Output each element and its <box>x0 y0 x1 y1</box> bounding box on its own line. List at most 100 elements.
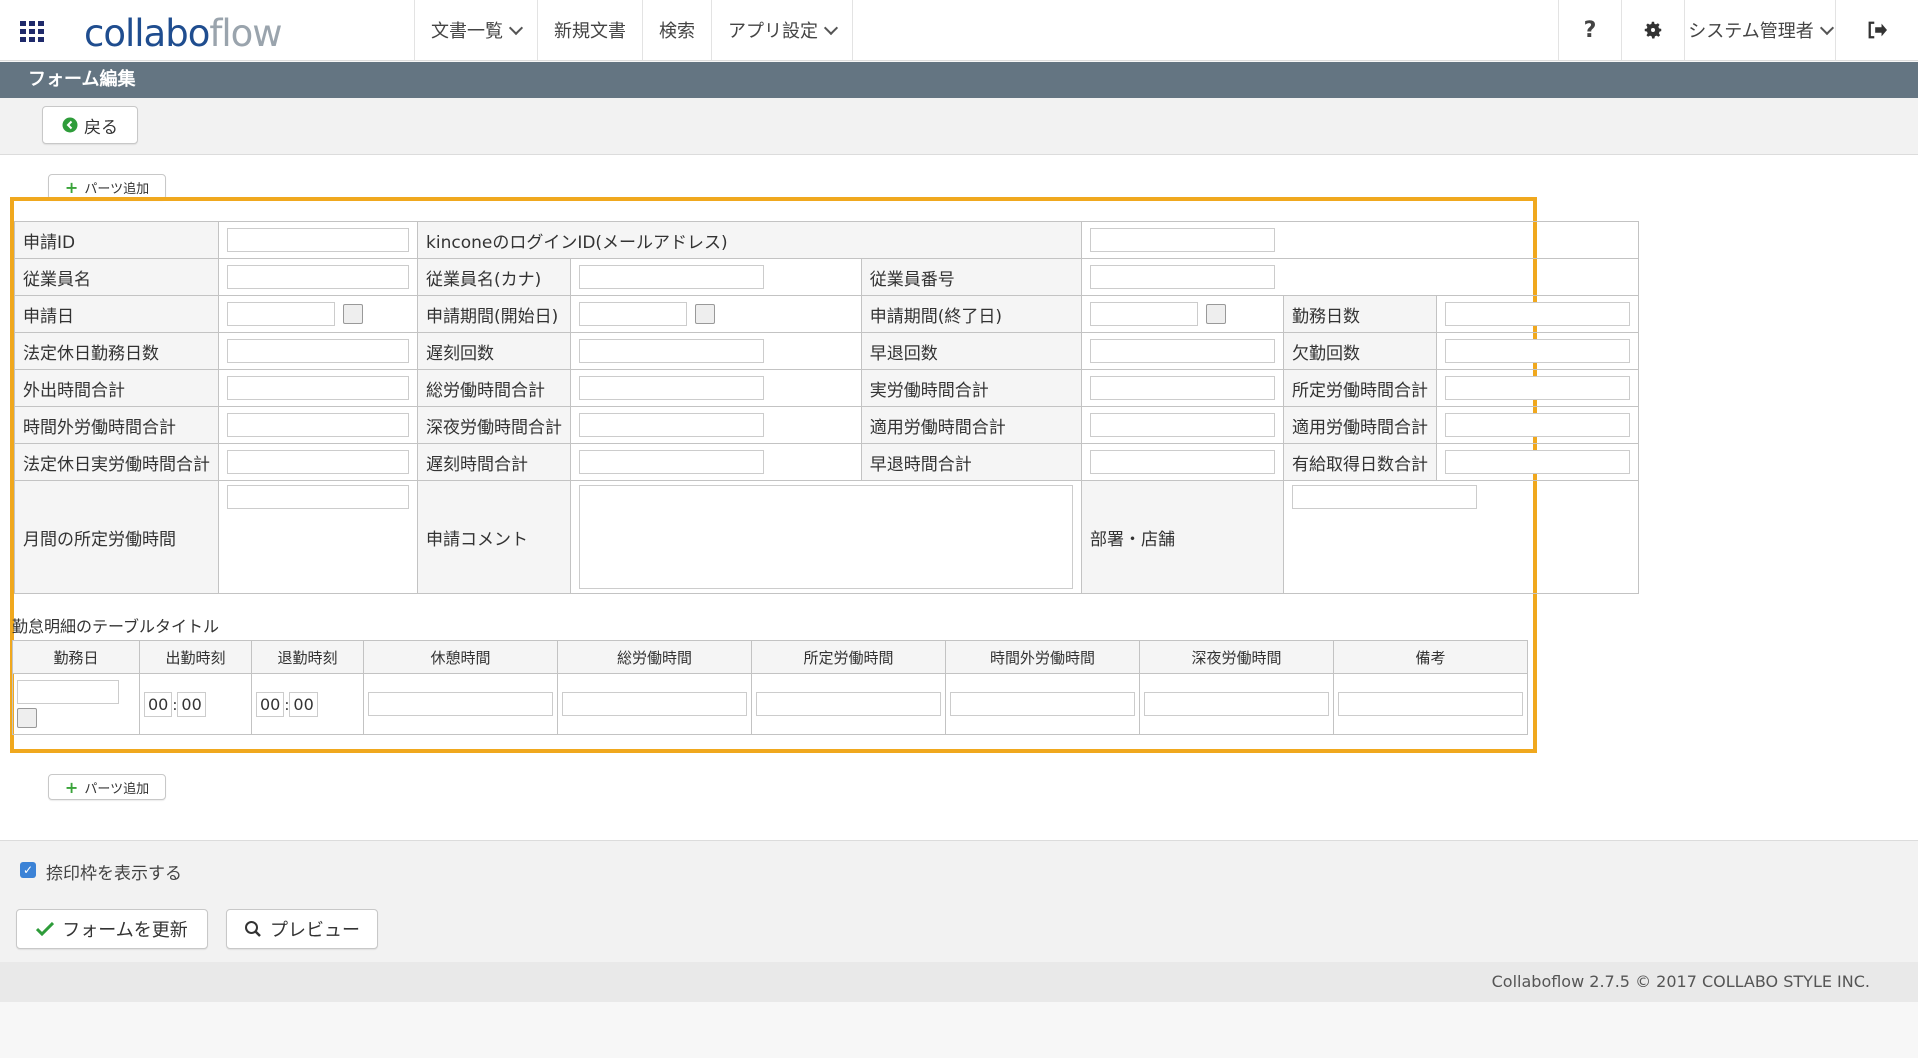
attendance-detail-table: 勤務日 出勤時刻 退勤時刻 休憩時間 総労働時間 所定労働時間 時間外労働時間 … <box>12 640 1528 735</box>
col-header-night: 深夜労働時間 <box>1139 640 1334 674</box>
scheduled-work-time-input[interactable] <box>1445 376 1630 400</box>
overtime-input[interactable] <box>950 692 1135 716</box>
total-work-input[interactable] <box>562 692 747 716</box>
app-grid-icon[interactable] <box>20 21 44 42</box>
nav-search[interactable]: 検索 <box>643 0 712 60</box>
label-employee-no: 従業員番号 <box>860 258 1083 296</box>
label-overtime-total: 時間外労働時間合計 <box>14 406 219 444</box>
label-paid-leave-days: 有給取得日数合計 <box>1283 443 1437 481</box>
login-id-input[interactable] <box>1090 228 1275 252</box>
table-row: 00:00 00:00 <box>12 673 1528 735</box>
form-fields-table: 申請ID kinconeのログインID(メールアドレス) 従業員名 従業員名(カ… <box>14 221 1639 594</box>
chevron-down-icon <box>1819 20 1834 35</box>
label-comment: 申請コメント <box>417 480 571 594</box>
show-stamp-checkbox[interactable]: ✓ <box>20 862 36 878</box>
paid-leave-days-input[interactable] <box>1445 450 1630 474</box>
col-header-remarks: 備考 <box>1333 640 1528 674</box>
label-monthly-scheduled: 月間の所定労働時間 <box>14 480 219 594</box>
detail-table-title: 勤怠明細のテーブルタイトル <box>12 617 220 636</box>
night-input[interactable] <box>1144 692 1329 716</box>
apply-date-input[interactable] <box>227 302 335 326</box>
late-time-total-input[interactable] <box>579 450 764 474</box>
plus-icon: + <box>64 177 79 197</box>
label-department: 部署・店舗 <box>1081 480 1284 594</box>
label-work-days: 勤務日数 <box>1283 295 1437 333</box>
employee-name-input[interactable] <box>227 265 409 289</box>
label-period-start: 申請期間(開始日) <box>417 295 571 333</box>
calendar-icon[interactable] <box>695 304 715 324</box>
period-start-input[interactable] <box>579 302 687 326</box>
employee-no-input[interactable] <box>1090 265 1275 289</box>
employee-kana-input[interactable] <box>579 265 764 289</box>
copyright-text: Collaboflow 2.7.5 © 2017 COLLABO STYLE I… <box>1491 972 1870 991</box>
late-count-input[interactable] <box>579 339 764 363</box>
absent-count-input[interactable] <box>1445 339 1630 363</box>
help-icon[interactable]: ? <box>1558 0 1621 60</box>
early-count-input[interactable] <box>1090 339 1275 363</box>
col-header-scheduled: 所定労働時間 <box>751 640 946 674</box>
user-menu[interactable]: システム管理者 <box>1684 0 1835 60</box>
user-nav: ? システム管理者 <box>1558 0 1918 60</box>
applied-work-total-2-input[interactable] <box>1445 413 1630 437</box>
action-toolbar: 戻る <box>0 98 1918 155</box>
preview-button[interactable]: プレビュー <box>226 909 378 949</box>
scheduled-input[interactable] <box>756 692 941 716</box>
add-parts-button-bottom[interactable]: + パーツ追加 <box>48 774 166 800</box>
app-id-input[interactable] <box>227 228 409 252</box>
plus-icon: + <box>64 777 79 797</box>
clock-out-minute[interactable]: 00 <box>289 691 318 717</box>
calendar-icon[interactable] <box>343 304 363 324</box>
top-navigation-bar: collaboflow 文書一覧 新規文書 検索 アプリ設定 ? システム管理者 <box>0 0 1918 61</box>
break-input[interactable] <box>368 692 553 716</box>
holiday-actual-total-input[interactable] <box>227 450 409 474</box>
show-stamp-label: 捺印枠を表示する <box>46 864 182 884</box>
collaboflow-logo[interactable]: collaboflow <box>84 12 283 55</box>
total-work-time-input[interactable] <box>579 376 764 400</box>
label-late-count: 遅刻回数 <box>417 332 571 370</box>
label-period-end: 申請期間(終了日) <box>860 295 1083 333</box>
calendar-icon[interactable] <box>17 708 37 728</box>
clock-out-hour[interactable]: 00 <box>256 691 285 717</box>
clock-in-minute[interactable]: 00 <box>177 691 206 717</box>
check-icon <box>36 922 55 936</box>
col-header-clock-in: 出勤時刻 <box>139 640 252 674</box>
comment-textarea[interactable] <box>579 485 1073 589</box>
label-employee-name: 従業員名 <box>14 258 219 296</box>
actual-work-time-input[interactable] <box>1090 376 1275 400</box>
remarks-input[interactable] <box>1338 692 1523 716</box>
label-absent-count: 欠勤回数 <box>1283 332 1437 370</box>
applied-work-total-1-input[interactable] <box>1090 413 1275 437</box>
period-end-input[interactable] <box>1090 302 1198 326</box>
monthly-scheduled-input[interactable] <box>227 485 409 509</box>
label-early-time-total: 早退時間合計 <box>860 443 1083 481</box>
back-button[interactable]: 戻る <box>42 106 138 144</box>
holiday-work-days-input[interactable] <box>227 339 409 363</box>
search-icon <box>245 921 261 937</box>
gear-icon[interactable] <box>1621 0 1684 60</box>
col-header-total-work: 総労働時間 <box>557 640 752 674</box>
label-holiday-work-days: 法定休日勤務日数 <box>14 332 219 370</box>
nav-document-list[interactable]: 文書一覧 <box>415 0 538 60</box>
label-employee-kana: 従業員名(カナ) <box>417 258 571 296</box>
page-title: フォーム編集 <box>0 62 1918 98</box>
nav-new-document[interactable]: 新規文書 <box>538 0 643 60</box>
clock-in-hour[interactable]: 00 <box>144 691 173 717</box>
update-form-button[interactable]: フォームを更新 <box>16 909 208 949</box>
label-early-count: 早退回数 <box>860 332 1083 370</box>
work-days-input[interactable] <box>1445 302 1630 326</box>
chevron-down-icon <box>823 20 839 35</box>
overtime-total-input[interactable] <box>227 413 409 437</box>
logout-icon[interactable] <box>1835 0 1918 60</box>
main-nav: 文書一覧 新規文書 検索 アプリ設定 <box>414 0 853 60</box>
label-scheduled-work-time: 所定労働時間合計 <box>1283 369 1437 407</box>
work-date-input[interactable] <box>17 680 119 704</box>
label-night-total: 深夜労働時間合計 <box>417 406 571 444</box>
label-late-time-total: 遅刻時間合計 <box>417 443 571 481</box>
early-time-total-input[interactable] <box>1090 450 1275 474</box>
label-login-id: kinconeのログインID(メールアドレス) <box>417 221 1082 259</box>
department-input[interactable] <box>1292 485 1477 509</box>
calendar-icon[interactable] <box>1206 304 1226 324</box>
nav-app-settings[interactable]: アプリ設定 <box>712 0 853 60</box>
out-time-total-input[interactable] <box>227 376 409 400</box>
night-total-input[interactable] <box>579 413 764 437</box>
